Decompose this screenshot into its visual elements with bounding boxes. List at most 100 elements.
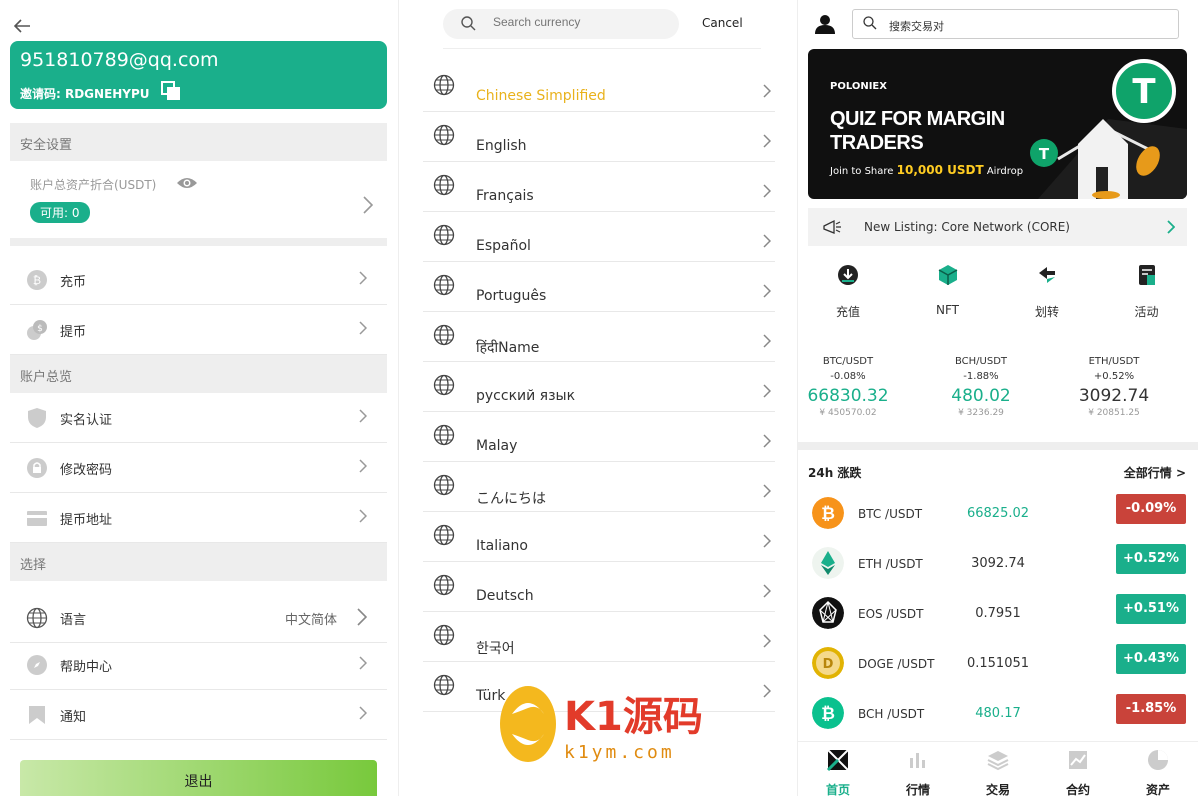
language-name: English xyxy=(476,138,527,154)
language-option[interactable]: Italiano xyxy=(423,512,775,562)
market-change-badge: -0.09% xyxy=(1116,494,1186,524)
language-option[interactable]: 한국어 xyxy=(423,612,775,662)
language-option[interactable]: Português xyxy=(423,262,775,312)
ticker-cny: ¥ 20851.25 xyxy=(1088,408,1140,418)
tab-assets[interactable]: 资产 xyxy=(1118,748,1198,796)
language-option[interactable]: Deutsch xyxy=(423,562,775,612)
language-option[interactable]: こんにちは xyxy=(423,462,775,512)
asset-label: 账户总资产折合(USDT) xyxy=(30,178,157,192)
help-row[interactable]: 帮助中心 xyxy=(10,640,387,690)
ticker-cny: ¥ 3236.29 xyxy=(958,408,1004,418)
tab-label: 资产 xyxy=(1145,783,1170,796)
chevron-right-icon xyxy=(359,706,367,720)
back-arrow-icon[interactable] xyxy=(10,14,34,38)
market-row[interactable]: D DOGE /USDT 0.151051 +0.43% xyxy=(798,644,1198,694)
tab-label: 行情 xyxy=(905,783,930,796)
currency-search-input[interactable] xyxy=(493,15,663,29)
notice-row[interactable]: 通知 xyxy=(10,690,387,740)
watermark-logo xyxy=(500,686,556,762)
market-row[interactable]: EOS /USDT 0.7951 +0.51% xyxy=(798,594,1198,644)
bookmark-icon xyxy=(29,706,45,724)
banner-sub-prefix: Join to Share xyxy=(830,166,894,177)
quick-action-1[interactable]: NFT xyxy=(908,263,988,323)
tab-home[interactable]: 首页 xyxy=(798,748,878,796)
globe-icon xyxy=(26,607,48,629)
deposit-row[interactable]: ₿ 充币 xyxy=(10,255,387,305)
asset-summary[interactable]: 账户总资产折合(USDT) 可用: 0 xyxy=(10,162,387,246)
cancel-button[interactable]: Cancel xyxy=(702,16,743,30)
help-label: 帮助中心 xyxy=(60,660,113,675)
language-option[interactable]: हिंदीName xyxy=(423,312,775,362)
ticker-card[interactable]: BTC/USDT -0.08% 66830.32 ¥ 450570.02 xyxy=(798,356,908,418)
logout-button[interactable]: 退出 xyxy=(20,760,377,796)
verify-row[interactable]: 实名认证 xyxy=(10,393,387,443)
chevron-right-icon xyxy=(763,534,771,548)
chevron-right-icon xyxy=(763,234,771,248)
svg-text:D: D xyxy=(823,657,834,672)
home-tab-icon xyxy=(826,749,849,772)
language-option[interactable]: Chinese Simplified xyxy=(423,62,775,112)
market-pair: BTC /USDT xyxy=(858,507,923,521)
change-password-row[interactable]: 修改密码 xyxy=(10,443,387,493)
activity-icon xyxy=(1138,265,1155,285)
ticker-price: 66830.32 xyxy=(807,386,889,406)
language-option[interactable]: Español xyxy=(423,212,775,262)
tab-trade[interactable]: 交易 xyxy=(958,748,1038,796)
ticker-change: -1.88% xyxy=(963,371,999,382)
promo-banner[interactable]: T T POLONIEX QUIZ FOR MARGIN TRADERS Joi… xyxy=(808,49,1187,199)
ticker-change: -0.08% xyxy=(830,371,866,382)
svg-text:₿: ₿ xyxy=(33,274,41,287)
quick-action-label: 活动 xyxy=(1134,305,1159,319)
contract-tab-icon xyxy=(1069,751,1087,769)
language-name: Português xyxy=(476,288,547,304)
globe-icon xyxy=(433,274,455,296)
language-row[interactable]: 语言 中文简体 xyxy=(10,593,387,643)
eye-icon[interactable] xyxy=(176,176,198,190)
language-option[interactable]: Malay xyxy=(423,412,775,462)
all-markets-link[interactable]: 全部行情 > xyxy=(1124,464,1186,481)
ticker-card[interactable]: BCH/USDT -1.88% 480.02 ¥ 3236.29 xyxy=(921,356,1041,418)
card-icon xyxy=(27,511,47,526)
section-select: 选择 xyxy=(10,543,387,581)
withdraw-address-row[interactable]: 提币地址 xyxy=(10,493,387,543)
quick-action-label: 充值 xyxy=(835,305,860,319)
market-row[interactable]: ETH /USDT 3092.74 +0.52% xyxy=(798,544,1198,594)
coins-icon: $ xyxy=(27,320,47,340)
currency-search[interactable] xyxy=(443,9,679,39)
market-row[interactable]: ₿ BCH /USDT 480.17 -1.85% xyxy=(798,694,1198,744)
tab-contract[interactable]: 合约 xyxy=(1038,748,1118,796)
ticker-price: 480.02 xyxy=(951,386,1011,406)
search-icon xyxy=(461,16,476,31)
tab-markets[interactable]: 行情 xyxy=(878,748,958,796)
user-email: 951810789@qq.com xyxy=(20,49,219,71)
ticker-card[interactable]: ETH/USDT +0.52% 3092.74 ¥ 20851.25 xyxy=(1054,356,1174,418)
pair-search-placeholder[interactable]: 搜索交易对 xyxy=(889,18,944,34)
language-option[interactable]: Français xyxy=(423,162,775,212)
market-price: 0.151051 xyxy=(966,656,1030,671)
user-icon[interactable] xyxy=(814,13,836,35)
copy-icon[interactable] xyxy=(160,80,182,102)
ticker-change: +0.52% xyxy=(1093,371,1135,382)
language-option[interactable]: русский язык xyxy=(423,362,775,412)
language-picker-panel: Cancel Chinese Simplified English França… xyxy=(398,0,798,796)
pair-search[interactable]: 搜索交易对 xyxy=(852,9,1179,39)
coin-logo-icon: D xyxy=(812,647,844,679)
market-price: 66825.02 xyxy=(966,506,1030,521)
ticker-pair: BCH/USDT xyxy=(954,356,1008,367)
news-ticker[interactable]: New Listing: Core Network (CORE) xyxy=(808,208,1187,246)
market-change-badge: -1.85% xyxy=(1116,694,1186,724)
deposit-label: 充币 xyxy=(60,275,87,290)
coin-logo-icon: ₿ xyxy=(812,497,844,529)
language-option[interactable]: English xyxy=(423,112,775,162)
market-row[interactable]: ₿ BTC /USDT 66825.02 -0.09% xyxy=(798,494,1198,544)
withdraw-row[interactable]: $ 提币 xyxy=(10,305,387,355)
quick-action-0[interactable]: 充值 xyxy=(808,263,888,323)
withdraw-label: 提币 xyxy=(60,325,87,340)
banner-headline: QUIZ FOR MARGIN TRADERS xyxy=(830,108,1005,154)
quick-action-2[interactable]: 划转 xyxy=(1007,263,1087,323)
svg-text:T: T xyxy=(1039,145,1050,163)
section-security: 安全设置 xyxy=(10,123,387,161)
language-name: Français xyxy=(476,188,534,204)
quick-action-3[interactable]: 活动 xyxy=(1107,263,1187,323)
language-name: Chinese Simplified xyxy=(476,88,606,104)
